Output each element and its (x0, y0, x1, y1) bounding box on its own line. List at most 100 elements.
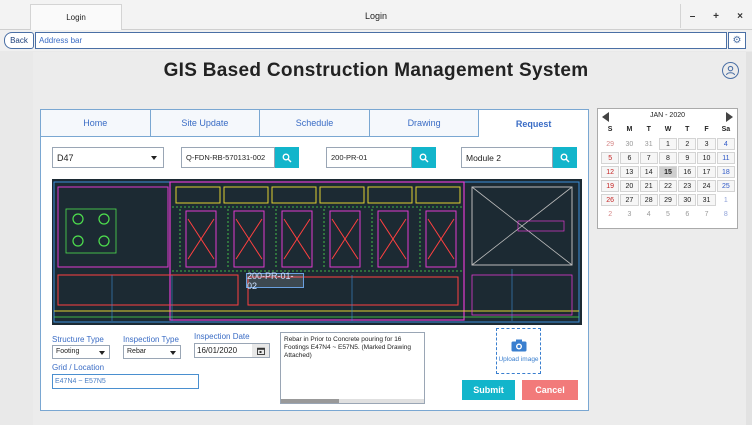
module-search-button[interactable] (553, 147, 577, 168)
drawing-number-input[interactable]: Q-FDN-RB-570131-002 (181, 147, 275, 168)
element-number-input[interactable]: 200-PR-01 (326, 147, 412, 168)
calendar-day[interactable]: 31 (697, 194, 716, 206)
calendar-day[interactable]: 29 (601, 138, 619, 150)
tab-schedule[interactable]: Schedule (260, 110, 370, 137)
remarks-textarea[interactable]: Rebar in Prior to Concrete pouring for 1… (280, 332, 425, 404)
cancel-button[interactable]: Cancel (522, 380, 578, 400)
search-icon (419, 153, 429, 162)
maximize-button[interactable]: + (704, 4, 728, 28)
calendar-day[interactable]: 14 (639, 166, 658, 178)
calendar-day[interactable]: 17 (697, 166, 716, 178)
tab-drawing[interactable]: Drawing (369, 110, 480, 137)
calendar-day[interactable]: 2 (601, 208, 619, 220)
grid-location-input[interactable]: E47N4 ~ E57N5 (52, 374, 199, 389)
calendar-day[interactable]: 3 (620, 208, 638, 220)
inspection-type-value: Rebar (127, 348, 147, 355)
drawing-search-button[interactable] (275, 147, 299, 168)
remarks-scrollbar[interactable] (281, 399, 424, 403)
nav-tabs: Home Site Update Schedule Drawing Reques… (41, 110, 588, 137)
calendar-day[interactable]: 15 (658, 166, 678, 178)
upload-image-label: Upload image (498, 356, 539, 363)
cad-drawing-viewer[interactable]: 200-PR-01-02 (52, 179, 582, 325)
calendar-day[interactable]: 20 (620, 180, 639, 192)
inspection-type-label: Inspection Type (123, 335, 179, 344)
calendar-day[interactable]: 2 (678, 138, 697, 150)
calendar-day[interactable]: 6 (620, 152, 639, 164)
back-button[interactable]: Back (4, 32, 34, 49)
upload-image-button[interactable]: Upload image (496, 328, 541, 374)
calendar-day[interactable]: 8 (658, 152, 678, 164)
chevron-down-icon (99, 351, 105, 355)
minimize-button[interactable]: – (680, 4, 704, 28)
calendar-day[interactable]: 22 (658, 180, 678, 192)
calendar-day[interactable]: 9 (678, 152, 697, 164)
calendar-day[interactable]: 3 (697, 138, 716, 150)
user-account-button[interactable] (722, 62, 739, 79)
calendar-day[interactable]: 29 (658, 194, 678, 206)
calendar-day[interactable]: 16 (678, 166, 697, 178)
settings-button[interactable]: ⚙ (728, 32, 746, 49)
submit-button[interactable]: Submit (462, 380, 515, 400)
calendar-day[interactable]: 30 (678, 194, 697, 206)
tab-home[interactable]: Home (41, 110, 151, 137)
calendar-month-label: JAN - 2020 (649, 112, 686, 119)
tab-request[interactable]: Request (479, 110, 588, 137)
calendar-day[interactable]: 31 (640, 138, 658, 150)
calendar-day[interactable]: 10 (697, 152, 716, 164)
calendar-day[interactable]: 27 (620, 194, 639, 206)
element-search-button[interactable] (412, 147, 436, 168)
calendar-day[interactable]: 24 (697, 180, 716, 192)
calendar-day[interactable]: 8 (717, 208, 735, 220)
inspection-date-input[interactable]: 16/01/2020 (194, 343, 270, 358)
module-input[interactable]: Module 2 (461, 147, 553, 168)
calendar-day[interactable]: 26 (601, 194, 620, 206)
grid-location-label: Grid / Location (52, 363, 105, 372)
calendar-day[interactable]: 4 (640, 208, 658, 220)
calendar-day[interactable]: 11 (716, 152, 735, 164)
calendar-day[interactable]: 13 (620, 166, 639, 178)
calendar-day[interactable]: 5 (659, 208, 677, 220)
chevron-down-icon (170, 351, 176, 355)
user-icon (725, 65, 736, 76)
remarks-text: Rebar in Prior to Concrete pouring for 1… (284, 336, 411, 359)
chevron-down-icon (151, 156, 157, 160)
calendar-day[interactable]: 12 (601, 166, 620, 178)
search-icon (282, 153, 292, 162)
calendar-day[interactable]: 7 (697, 208, 715, 220)
calendar-day[interactable]: 7 (639, 152, 658, 164)
structure-type-label: Structure Type (52, 335, 104, 344)
close-button[interactable]: × (728, 4, 752, 28)
calendar-day[interactable]: 30 (620, 138, 638, 150)
calendar-day[interactable]: 23 (678, 180, 697, 192)
weekday-header: F (704, 126, 709, 133)
calendar-day[interactable]: 21 (639, 180, 658, 192)
window-tab[interactable]: Login (30, 4, 122, 30)
address-bar[interactable]: Address bar (35, 32, 727, 49)
calendar-day[interactable]: 28 (639, 194, 658, 206)
calendar-day[interactable]: 4 (716, 138, 735, 150)
date-picker-button[interactable] (252, 344, 269, 357)
tab-site-update[interactable]: Site Update (150, 110, 261, 137)
project-select[interactable]: D47 (52, 147, 164, 168)
weekday-header: T (685, 126, 690, 133)
inspection-type-select[interactable]: Rebar (123, 345, 181, 359)
page-title: GIS Based Construction Management System (163, 60, 589, 81)
weekday-header: T (646, 126, 651, 133)
calendar-day[interactable]: 19 (601, 180, 620, 192)
calendar-day[interactable]: 25 (716, 180, 735, 192)
calendar-day[interactable]: 6 (678, 208, 696, 220)
remarks-scroll-thumb[interactable] (281, 399, 339, 403)
weekday-header: M (626, 126, 633, 133)
main-panel: Home Site Update Schedule Drawing Reques… (40, 109, 589, 411)
search-icon (560, 153, 570, 162)
calendar-day[interactable]: 5 (601, 152, 620, 164)
camera-icon (511, 339, 526, 352)
calendar-next-month-button[interactable] (726, 112, 733, 122)
calendar-day[interactable]: 18 (716, 166, 735, 178)
calendar-day[interactable]: 1 (658, 138, 678, 150)
structure-type-select[interactable]: Footing (52, 345, 110, 359)
calendar-day[interactable]: 1 (717, 194, 735, 206)
drawing-callout-label[interactable]: 200-PR-01-02 (246, 271, 304, 291)
vertical-scrollbar[interactable] (746, 52, 752, 425)
weekday-header: S (607, 126, 613, 133)
